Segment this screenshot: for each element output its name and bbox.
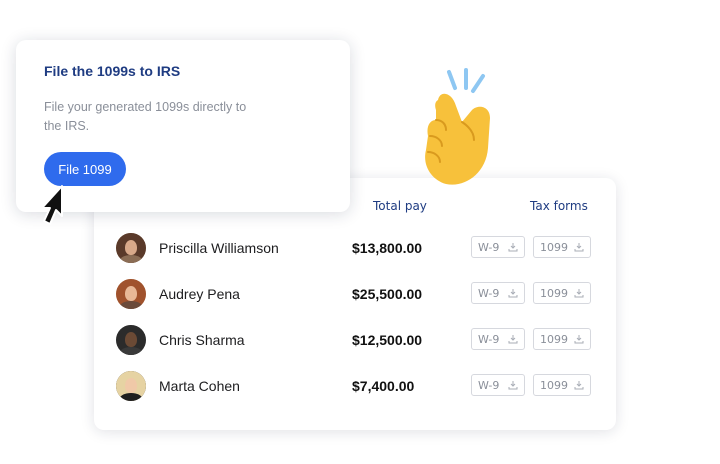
w9-download-button[interactable]: W-9 [471, 282, 525, 304]
total-pay-value: $7,400.00 [352, 378, 415, 394]
avatar [116, 325, 146, 355]
form-label: 1099 [540, 378, 568, 392]
download-icon [508, 243, 518, 252]
download-icon [574, 381, 584, 390]
1099-download-button[interactable]: 1099 [533, 282, 591, 304]
download-icon [574, 243, 584, 252]
mouse-pointer-icon [41, 185, 63, 225]
table-row: Priscilla Williamson $13,800.00 W-9 1099 [94, 228, 616, 268]
payments-table-card: Total pay Tax forms Priscilla Williamson… [94, 178, 616, 430]
1099-download-button[interactable]: 1099 [533, 328, 591, 350]
1099-download-button[interactable]: 1099 [533, 374, 591, 396]
employee-name: Chris Sharma [159, 332, 245, 348]
form-label: W-9 [478, 286, 500, 300]
avatar [116, 279, 146, 309]
form-label: 1099 [540, 286, 568, 300]
download-icon [574, 335, 584, 344]
table-row: Chris Sharma $12,500.00 W-9 1099 [94, 320, 616, 360]
1099-download-button[interactable]: 1099 [533, 236, 591, 258]
table-row: Marta Cohen $7,400.00 W-9 1099 [94, 366, 616, 406]
card-title: File the 1099s to IRS [44, 63, 181, 79]
download-icon [574, 289, 584, 298]
total-pay-value: $12,500.00 [352, 332, 423, 348]
avatar [116, 233, 146, 263]
employee-name: Priscilla Williamson [159, 240, 279, 256]
card-description: File your generated 1099s directly to th… [44, 100, 247, 133]
w9-download-button[interactable]: W-9 [471, 236, 525, 258]
tax-forms-header: Tax forms [530, 199, 588, 213]
download-icon [508, 335, 518, 344]
total-pay-header: Total pay [373, 199, 427, 213]
form-label: 1099 [540, 332, 568, 346]
employee-name: Audrey Pena [159, 286, 240, 302]
download-icon [508, 381, 518, 390]
avatar [116, 371, 146, 401]
form-label: W-9 [478, 332, 500, 346]
form-label: W-9 [478, 378, 500, 392]
form-label: W-9 [478, 240, 500, 254]
table-row: Audrey Pena $25,500.00 W-9 1099 [94, 274, 616, 314]
form-label: 1099 [540, 240, 568, 254]
total-pay-value: $25,500.00 [352, 286, 423, 302]
download-icon [508, 289, 518, 298]
employee-name: Marta Cohen [159, 378, 240, 394]
w9-download-button[interactable]: W-9 [471, 374, 525, 396]
w9-download-button[interactable]: W-9 [471, 328, 525, 350]
snapping-fingers-icon [425, 68, 490, 185]
total-pay-value: $13,800.00 [352, 240, 423, 256]
